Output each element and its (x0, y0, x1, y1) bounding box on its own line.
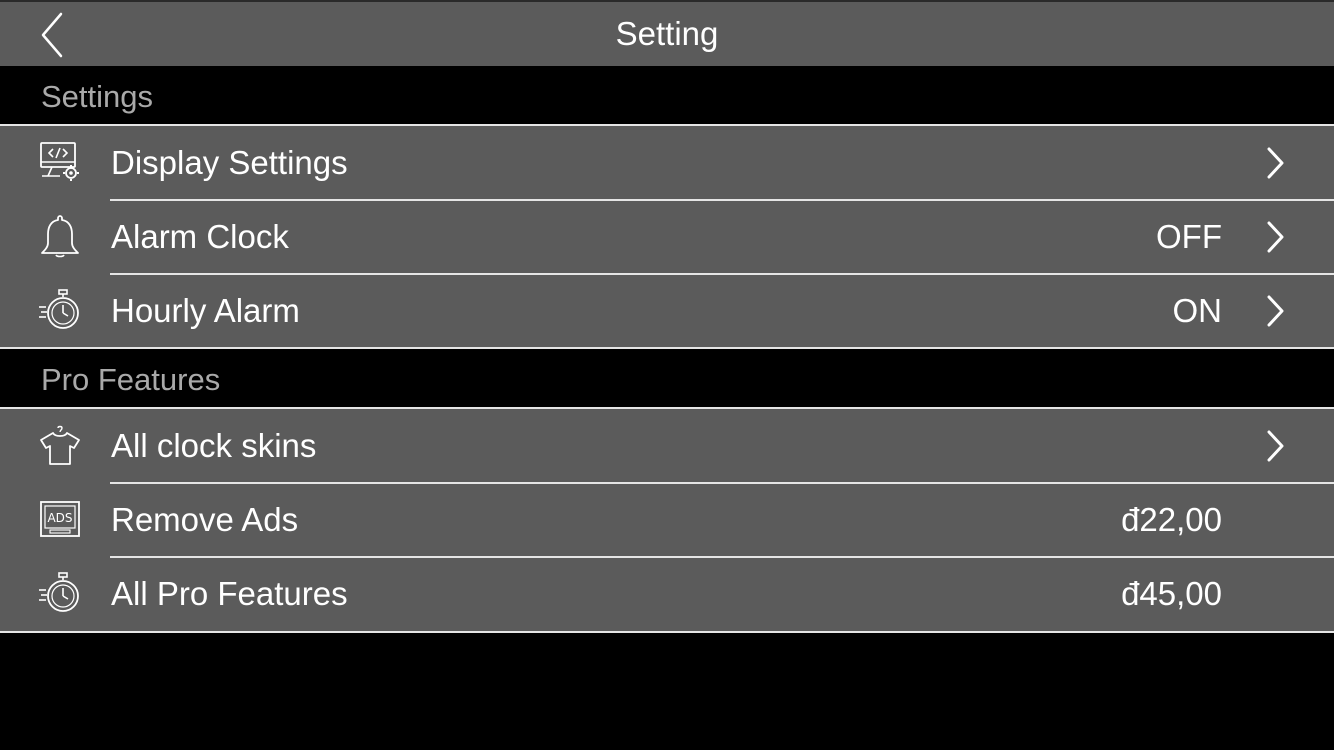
page-title: Setting (615, 15, 719, 52)
chevron-right-icon (1262, 219, 1288, 255)
row-label: All clock skins (111, 427, 317, 464)
row-label: Display Settings (111, 144, 348, 181)
chevron-right-icon (1262, 293, 1288, 329)
svg-text:ADS: ADS (47, 511, 72, 525)
bell-icon (36, 212, 84, 260)
row-value: ON (1172, 292, 1223, 329)
row-remove-ads[interactable]: ADS Remove Ads đ22,00 (0, 482, 1334, 557)
chevron-right-icon (1262, 428, 1288, 464)
row-label: Hourly Alarm (111, 292, 300, 329)
row-display-settings[interactable]: Display Settings (0, 126, 1334, 200)
row-alarm-clock[interactable]: Alarm Clock OFF (0, 199, 1334, 274)
settings-group: Display Settings Alarm Clock OFF Hourly … (0, 124, 1334, 349)
navigation-bar: Setting (0, 0, 1334, 66)
chevron-right-icon (1262, 145, 1288, 181)
row-label: Remove Ads (111, 501, 299, 538)
row-value: OFF (1156, 218, 1222, 255)
ads-icon: ADS (36, 495, 84, 543)
stopwatch-icon (36, 286, 84, 334)
tshirt-icon (36, 421, 84, 469)
row-all-pro-features[interactable]: All Pro Features đ45,00 (0, 556, 1334, 631)
section-header-settings: Settings (0, 66, 1334, 125)
stopwatch-icon (36, 569, 84, 617)
section-header-pro-features: Pro Features (0, 349, 1334, 408)
row-label: Alarm Clock (111, 218, 289, 255)
price-label: đ22,00 (1121, 501, 1222, 538)
settings-screen: Setting Settings Display Settings Alarm … (0, 0, 1334, 750)
pro-features-group: All clock skins ADS Remove Ads đ22,00 Al… (0, 407, 1334, 633)
price-label: đ45,00 (1121, 575, 1222, 612)
row-all-clock-skins[interactable]: All clock skins (0, 409, 1334, 483)
monitor-settings-icon (36, 138, 84, 186)
row-label: All Pro Features (111, 575, 348, 612)
row-hourly-alarm[interactable]: Hourly Alarm ON (0, 273, 1334, 348)
